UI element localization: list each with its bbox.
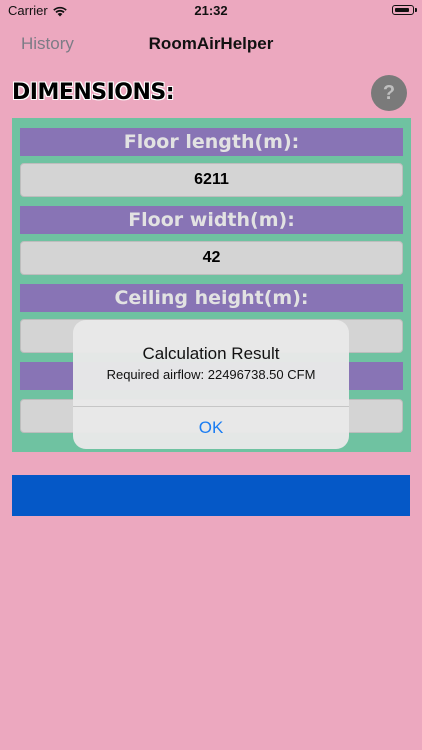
alert-ok-button[interactable]: OK (73, 407, 349, 449)
ceiling-height-label: Ceiling height(m): (20, 284, 403, 312)
floor-length-field[interactable]: 6211 (20, 163, 403, 197)
floor-length-label: Floor length(m): (20, 128, 403, 156)
question-mark-icon: ? (382, 81, 396, 104)
alert-message: Required airflow: 22496738.50 CFM (106, 367, 316, 382)
navigation-bar: History RoomAirHelper (0, 22, 422, 66)
clock: 21:32 (194, 3, 228, 18)
dimensions-heading: DIMENSIONS: (12, 80, 175, 105)
status-bar: Carrier 21:32 (0, 0, 422, 22)
floor-width-field[interactable]: 42 (20, 241, 403, 275)
calculate-button[interactable] (12, 475, 410, 516)
nav-title: RoomAirHelper (148, 34, 274, 53)
calculation-result-alert: Calculation Result Required airflow: 224… (73, 320, 349, 449)
alert-title: Calculation Result (142, 344, 280, 363)
floor-width-label: Floor width(m): (20, 206, 403, 234)
help-button[interactable]: ? (371, 75, 407, 111)
battery-icon (392, 5, 417, 15)
